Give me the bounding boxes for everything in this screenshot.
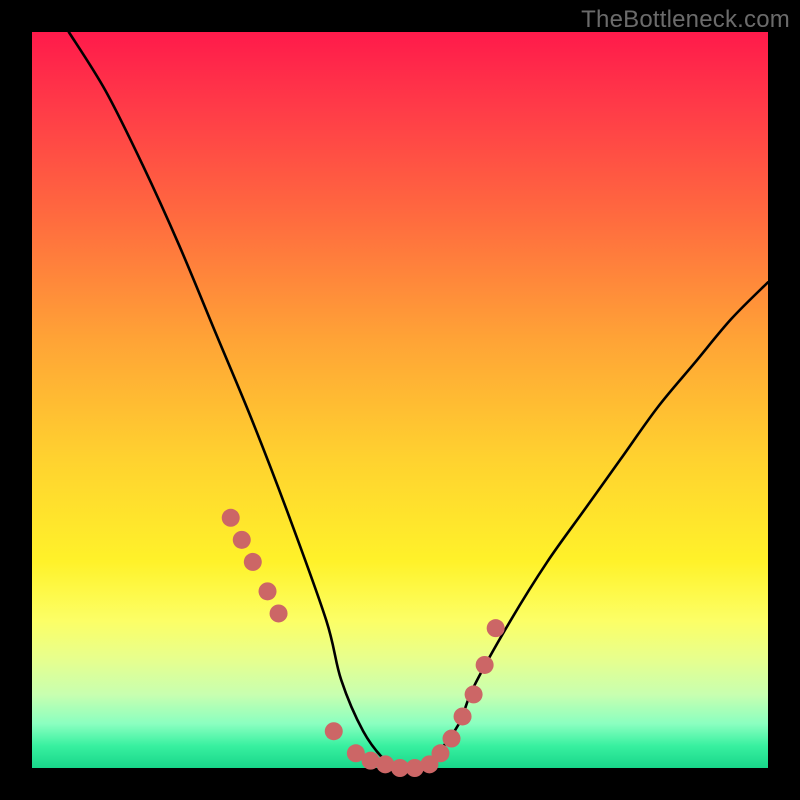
marker-dot: [259, 582, 277, 600]
curve-layer: [69, 32, 768, 769]
marker-dot: [487, 619, 505, 637]
marker-dots: [222, 509, 505, 777]
marker-dot: [454, 707, 472, 725]
bottleneck-curve: [69, 32, 768, 769]
plot-area: [32, 32, 768, 768]
chart-svg: [32, 32, 768, 768]
marker-dot: [233, 531, 251, 549]
chart-frame: TheBottleneck.com: [0, 0, 800, 800]
marker-dot: [465, 685, 483, 703]
marker-dot: [244, 553, 262, 571]
marker-dot: [443, 730, 461, 748]
watermark-text: TheBottleneck.com: [581, 6, 790, 34]
marker-dot: [431, 744, 449, 762]
marker-dot: [222, 509, 240, 527]
marker-dot: [270, 604, 288, 622]
marker-dot: [476, 656, 494, 674]
marker-dot: [325, 722, 343, 740]
